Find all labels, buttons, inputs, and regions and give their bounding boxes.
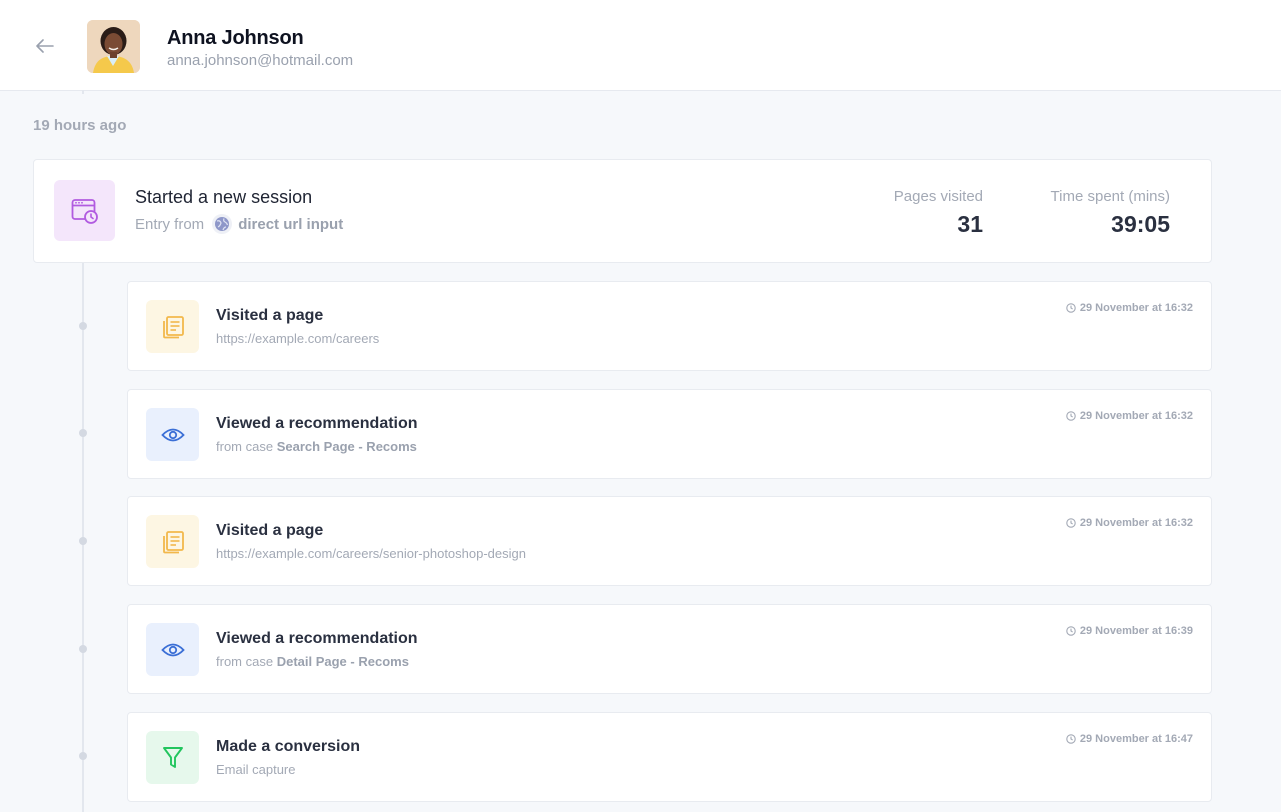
time-spent-stat: Time spent (mins) 39:05	[1051, 188, 1170, 238]
pages-visited-value: 31	[957, 211, 983, 237]
clock-icon	[1066, 626, 1076, 636]
event-card[interactable]: Viewed a recommendation from case Search…	[127, 389, 1212, 479]
event-source: from case Detail Page - Recoms	[216, 654, 409, 669]
event-card[interactable]: Viewed a recommendation from case Detail…	[127, 604, 1212, 694]
event-time-label: 29 November at 16:32	[1079, 517, 1193, 529]
session-entry: Entry from direct url input	[135, 214, 343, 234]
event-source: from case Search Page - Recoms	[216, 439, 417, 454]
clock-icon	[1066, 303, 1076, 313]
entry-prefix: Entry from	[135, 215, 205, 233]
eye-icon	[146, 408, 199, 461]
event-source-case: Detail Page - Recoms	[276, 654, 409, 669]
event-title: Visited a page	[216, 522, 324, 539]
back-button[interactable]	[33, 34, 57, 58]
event-time-label: 29 November at 16:32	[1079, 302, 1193, 314]
event-title: Viewed a recommendation	[216, 630, 418, 647]
eye-icon	[146, 623, 199, 676]
entry-source: direct url input	[238, 215, 344, 233]
avatar	[87, 20, 140, 73]
event-time: 29 November at 16:32	[1066, 517, 1193, 529]
session-title: Started a new session	[135, 187, 313, 207]
event-time: 29 November at 16:39	[1066, 625, 1193, 637]
event-time-label: 29 November at 16:32	[1079, 410, 1193, 422]
event-time-label: 29 November at 16:47	[1079, 733, 1193, 745]
event-card[interactable]: Visited a page https://example.com/caree…	[127, 496, 1212, 586]
event-source-case: Search Page - Recoms	[276, 439, 417, 454]
event-card[interactable]: Made a conversion Email capture 29 Novem…	[127, 712, 1212, 802]
event-source-prefix: from case	[216, 439, 274, 454]
session-time-ago: 19 hours ago	[33, 117, 127, 134]
browser-clock-icon	[54, 180, 115, 241]
user-email: anna.johnson@hotmail.com	[167, 52, 354, 69]
event-title: Viewed a recommendation	[216, 415, 418, 432]
profile-header: Anna Johnson anna.johnson@hotmail.com	[0, 0, 1281, 91]
event-time: 29 November at 16:32	[1066, 410, 1193, 422]
arrow-left-icon	[36, 39, 54, 53]
globe-icon	[212, 214, 233, 234]
clock-icon	[1066, 518, 1076, 528]
session-card: Started a new session Entry from direct …	[33, 159, 1212, 263]
timeline-line	[82, 90, 84, 94]
document-icon	[146, 300, 199, 353]
funnel-icon	[146, 731, 199, 784]
clock-icon	[1066, 411, 1076, 421]
pages-visited-stat: Pages visited 31	[894, 188, 983, 238]
timeline-dot	[79, 752, 87, 760]
event-detail: Email capture	[216, 762, 296, 777]
user-name: Anna Johnson	[167, 27, 304, 49]
event-source-prefix: from case	[216, 654, 274, 669]
event-url: https://example.com/careers/senior-photo…	[216, 546, 526, 561]
event-url: https://example.com/careers	[216, 331, 380, 346]
event-time: 29 November at 16:32	[1066, 302, 1193, 314]
event-time-label: 29 November at 16:39	[1079, 625, 1193, 637]
timeline-line	[82, 260, 84, 812]
event-title: Visited a page	[216, 307, 324, 324]
event-card[interactable]: Visited a page https://example.com/caree…	[127, 281, 1212, 371]
timeline-dot	[79, 322, 87, 330]
pages-visited-label: Pages visited	[893, 188, 983, 205]
document-icon	[146, 515, 199, 568]
clock-icon	[1066, 734, 1076, 744]
time-spent-value: 39:05	[1111, 211, 1170, 237]
time-spent-label: Time spent (mins)	[1050, 188, 1170, 205]
timeline-dot	[79, 537, 87, 545]
event-time: 29 November at 16:47	[1066, 733, 1193, 745]
event-title: Made a conversion	[216, 738, 361, 755]
timeline-dot	[79, 645, 87, 653]
timeline-dot	[79, 429, 87, 437]
